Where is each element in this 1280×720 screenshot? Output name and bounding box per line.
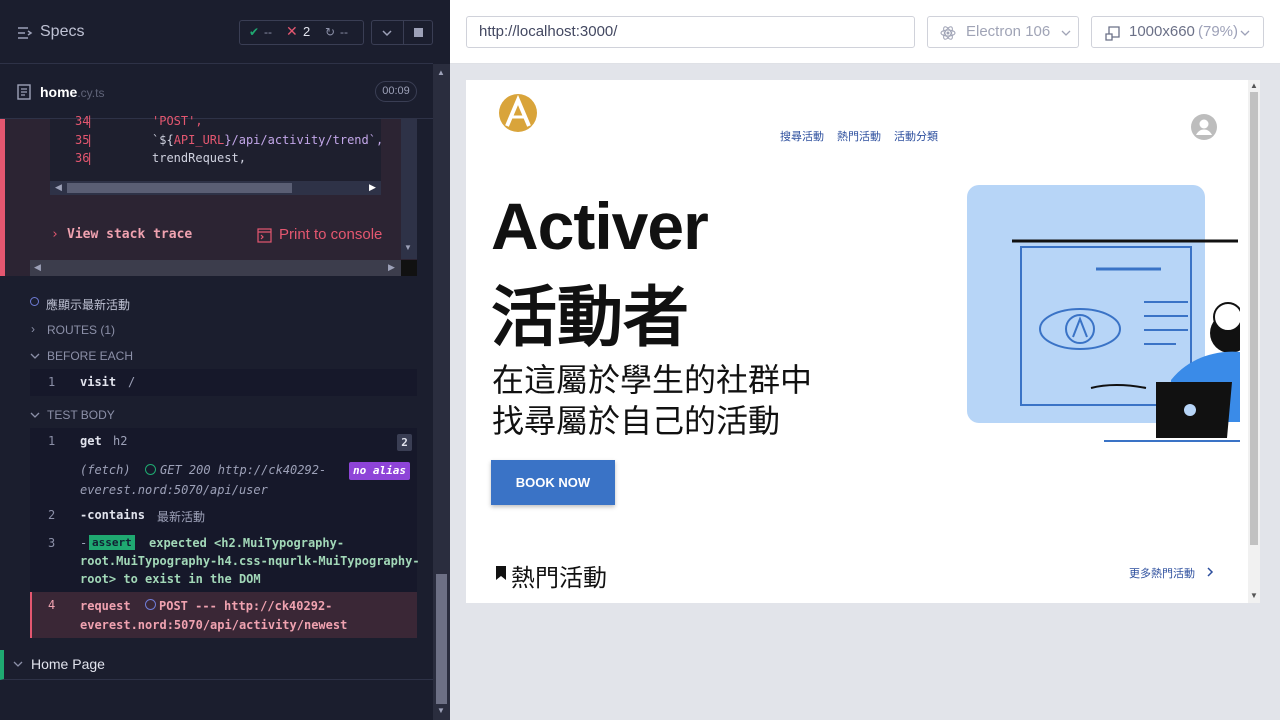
command-dash: - — [80, 536, 88, 550]
command-number: 1 — [48, 434, 56, 448]
command-number: 4 — [48, 598, 56, 612]
browser-selector[interactable]: Electron 106 — [927, 16, 1079, 48]
error-horizontal-scrollbar[interactable]: ◀ ▶ — [30, 260, 401, 276]
failed-icon: ✕ — [286, 23, 298, 39]
nav-search-activities[interactable]: 搜尋活動 — [780, 128, 824, 144]
fetch-url-line-2: everest.nord:5070/api/user — [80, 483, 268, 497]
browser-name: Electron 106 — [966, 23, 1051, 40]
assert-badge: assert — [89, 535, 135, 550]
reporter-panel: Specs ✔ -- ✕ 2 ↻ -- home.cy.ts 00:09 34 |… — [0, 0, 450, 720]
passed-icon: ✔ — [249, 25, 260, 39]
code-frame: 34 | 'POST', 35 | `${API_URL}/api/activity/t… — [50, 114, 383, 181]
book-now-button[interactable]: BOOK NOW — [491, 460, 615, 505]
pending-count: -- — [340, 25, 348, 39]
stop-button[interactable] — [414, 28, 423, 37]
zoom-level: (79%) — [1198, 23, 1239, 40]
chevron-down-icon — [1240, 30, 1250, 36]
request-url-line-2: everest.nord:5070/api/activity/newest — [80, 618, 348, 632]
print-to-console-button[interactable]: Print to console — [279, 226, 382, 243]
nav-activity-categories[interactable]: 活動分類 — [894, 128, 938, 144]
failed-count: 2 — [303, 24, 311, 39]
test-stats: ✔ -- ✕ 2 ↻ -- — [239, 20, 364, 45]
viewport-icon — [1105, 26, 1120, 41]
run-timer: 00:09 — [375, 81, 417, 102]
command-name[interactable]: -contains — [80, 508, 145, 522]
assert-line-3: root> to exist in the DOM — [80, 572, 261, 586]
passed-count: -- — [264, 25, 272, 39]
chevron-down-icon — [1061, 30, 1071, 36]
bookmark-icon — [496, 566, 506, 580]
user-avatar-icon[interactable] — [1191, 114, 1217, 140]
request-pending-icon — [145, 599, 156, 610]
fetch-url-line-1: GET 200 http://ck40292- — [160, 463, 327, 477]
chevron-down-icon — [30, 353, 40, 359]
viewport-selector[interactable]: 1000x660 (79%) — [1091, 16, 1264, 48]
hero-illustration — [967, 185, 1240, 442]
fetch-status-icon — [145, 464, 156, 475]
site-scrollbar[interactable]: ▲ ▼ — [1248, 80, 1260, 603]
test-title[interactable]: 應顯示最新活動 — [46, 296, 130, 313]
run-controls — [371, 20, 433, 45]
routes-toggle[interactable]: ROUTES (1) — [47, 323, 115, 337]
element-count-badge: 2 — [397, 434, 412, 451]
chevron-right-icon: › — [51, 227, 59, 242]
command-number: 2 — [48, 508, 56, 522]
no-alias-badge: no alias — [349, 462, 410, 480]
scroll-corner — [401, 260, 417, 276]
command-arg: h2 — [113, 434, 128, 448]
chevron-down-icon[interactable] — [381, 27, 393, 39]
popular-activities-heading: 熱門活動 — [511, 565, 607, 592]
chevron-right-icon[interactable] — [1206, 567, 1214, 577]
chevron-right-icon: › — [31, 322, 35, 336]
pending-icon: ↻ — [325, 25, 336, 39]
command-arg: / — [128, 375, 136, 389]
document-icon — [17, 84, 31, 100]
running-icon — [30, 297, 39, 306]
hero-subtitle-line-1: 在這屬於學生的社群中 — [492, 362, 813, 398]
suite-title[interactable]: Home Page — [31, 656, 105, 672]
spec-file-name[interactable]: home.cy.ts — [40, 84, 104, 100]
error-vertical-scrollbar[interactable]: ▼ — [401, 119, 417, 259]
command-name[interactable]: get — [80, 434, 102, 448]
command-arg: 最新活動 — [157, 510, 206, 524]
command-number: 1 — [48, 375, 56, 389]
chevron-down-icon — [30, 412, 40, 418]
chevron-down-icon — [13, 661, 23, 667]
hero-title-chinese: 活動者 — [491, 280, 689, 354]
specs-title[interactable]: Specs — [40, 23, 84, 41]
command-name: visit — [80, 375, 117, 389]
test-body-toggle[interactable]: TEST BODY — [47, 408, 115, 422]
view-stack-trace-button[interactable]: View stack trace — [67, 227, 192, 242]
activer-logo[interactable] — [498, 93, 538, 133]
command-name: request — [80, 599, 131, 613]
assert-line-2: root.MuiTypography-h4.css-nqurlk-MuiTypo… — [80, 554, 420, 568]
hero-title-english: Activer — [491, 189, 709, 263]
fetch-label: (fetch) — [80, 463, 131, 477]
assert-line-1: expected <h2.MuiTypography- — [149, 536, 345, 550]
url-field[interactable]: http://localhost:3000/ — [466, 16, 915, 48]
hero-subtitle-line-2: 找尋屬於自己的活動 — [492, 403, 781, 439]
request-url-line-1: POST --- http://ck40292- — [159, 599, 333, 613]
nav-popular-activities[interactable]: 熱門活動 — [837, 128, 881, 144]
command-number: 3 — [48, 536, 56, 550]
console-icon — [257, 228, 272, 243]
code-horizontal-scrollbar[interactable]: ◀ ▶ — [50, 181, 381, 195]
specs-list-icon[interactable] — [17, 25, 33, 41]
reporter-scrollbar[interactable]: ▲ ▼ — [433, 64, 450, 720]
electron-icon — [940, 26, 956, 40]
more-popular-activities-link[interactable]: 更多熱門活動 — [1129, 565, 1195, 581]
before-each-toggle[interactable]: BEFORE EACH — [47, 349, 133, 363]
viewport-size: 1000x660 — [1129, 23, 1195, 40]
